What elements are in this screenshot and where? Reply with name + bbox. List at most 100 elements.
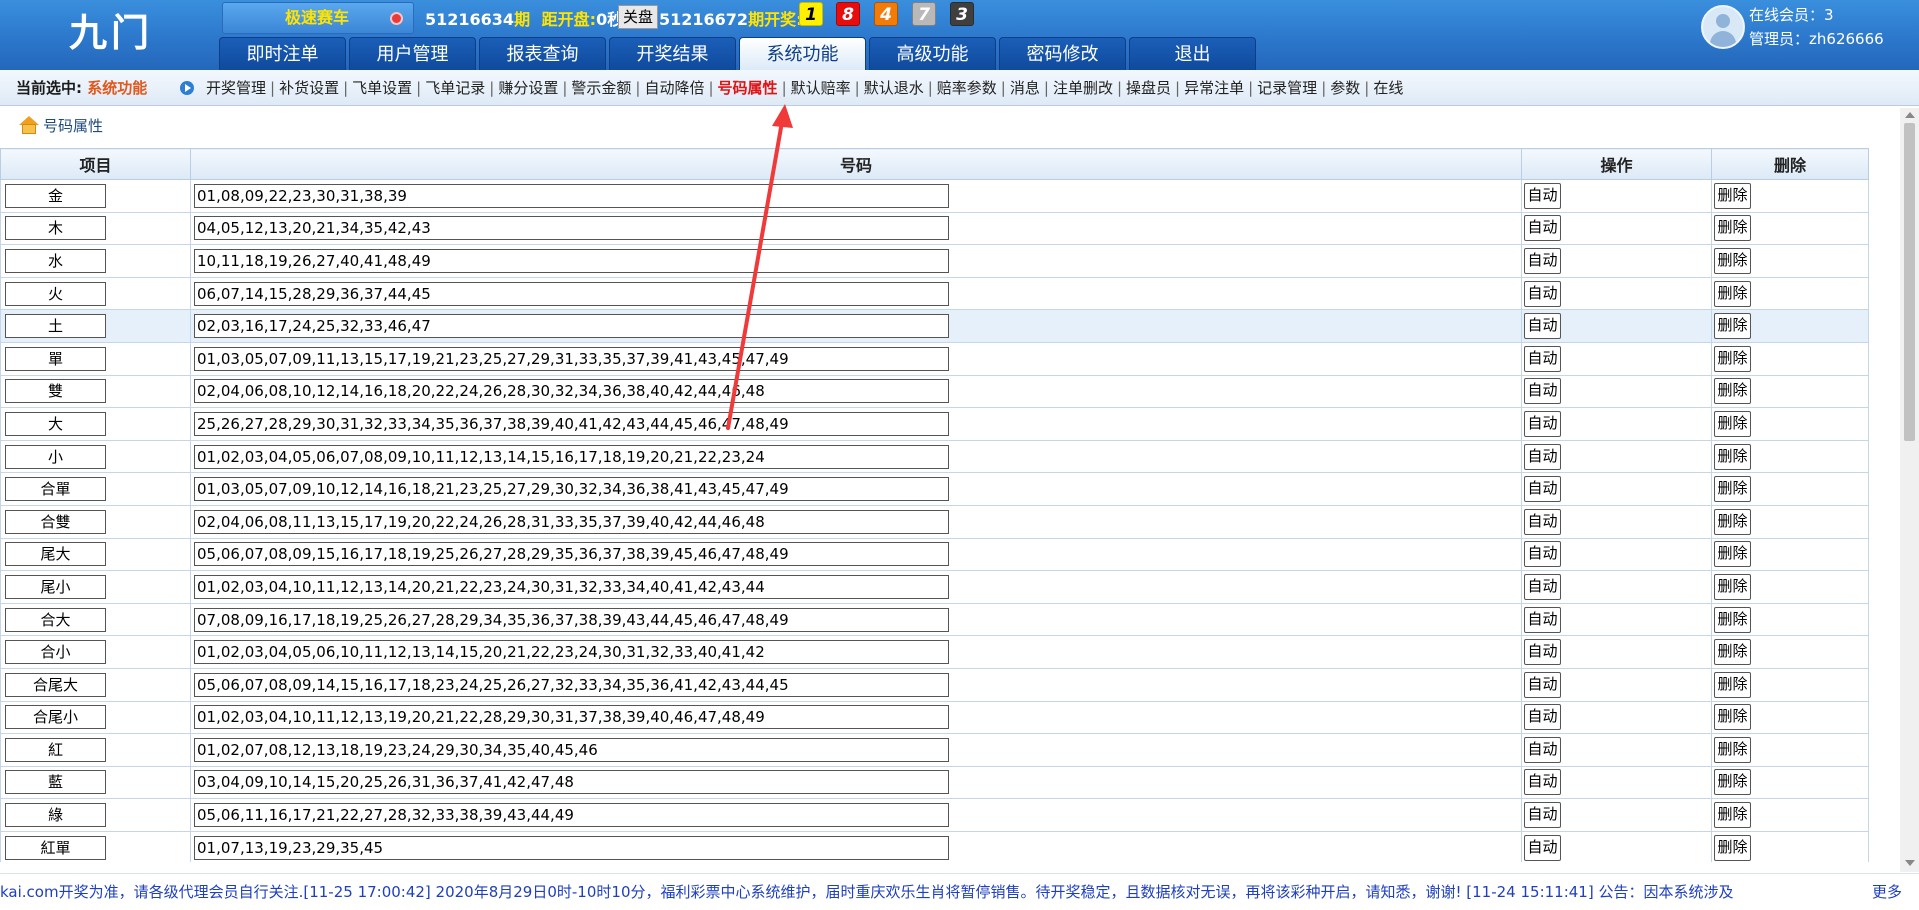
sub-nav-link[interactable]: 记录管理 — [1257, 79, 1317, 97]
vertical-scrollbar[interactable] — [1900, 108, 1919, 872]
item-name-field[interactable]: 尾小 — [5, 574, 106, 599]
numbers-input[interactable] — [194, 183, 949, 208]
scroll-down-icon[interactable] — [1905, 860, 1915, 866]
numbers-input[interactable] — [194, 477, 949, 502]
delete-button[interactable]: 删除 — [1714, 182, 1751, 209]
delete-button[interactable]: 删除 — [1714, 736, 1751, 763]
scroll-up-icon[interactable] — [1905, 112, 1915, 118]
item-name-field[interactable]: 合雙 — [5, 509, 106, 534]
sub-nav-link[interactable]: 赔率参数 — [937, 79, 997, 97]
auto-button[interactable]: 自动 — [1524, 769, 1561, 796]
delete-button[interactable]: 删除 — [1714, 410, 1751, 437]
auto-button[interactable]: 自动 — [1524, 541, 1561, 568]
delete-button[interactable]: 删除 — [1714, 541, 1751, 568]
scroll-thumb[interactable] — [1904, 123, 1915, 441]
game-selector[interactable]: 极速赛车 — [222, 2, 414, 34]
delete-button[interactable]: 删除 — [1714, 215, 1751, 242]
delete-button[interactable]: 删除 — [1714, 802, 1751, 829]
auto-button[interactable]: 自动 — [1524, 476, 1561, 503]
sub-nav-link[interactable]: 在线 — [1373, 79, 1403, 97]
delete-button[interactable]: 删除 — [1714, 508, 1751, 535]
auto-button[interactable]: 自动 — [1524, 834, 1561, 861]
nav-tab[interactable]: 即时注单 — [219, 37, 346, 70]
auto-button[interactable]: 自动 — [1524, 508, 1561, 535]
sub-nav-link[interactable]: 参数 — [1330, 79, 1360, 97]
numbers-input[interactable] — [194, 770, 949, 795]
item-name-field[interactable]: 合小 — [5, 640, 106, 665]
sub-nav-link[interactable]: 开奖管理 — [206, 79, 266, 97]
numbers-input[interactable] — [194, 411, 949, 436]
item-name-field[interactable]: 綠 — [5, 803, 106, 828]
item-name-field[interactable]: 尾大 — [5, 542, 106, 567]
auto-button[interactable]: 自动 — [1524, 182, 1561, 209]
sub-nav-link[interactable]: 警示金额 — [571, 79, 631, 97]
auto-button[interactable]: 自动 — [1524, 378, 1561, 405]
item-name-field[interactable]: 藍 — [5, 770, 106, 795]
numbers-input[interactable] — [194, 444, 949, 469]
delete-button[interactable]: 删除 — [1714, 573, 1751, 600]
item-name-field[interactable]: 合尾小 — [5, 705, 106, 730]
delete-button[interactable]: 删除 — [1714, 345, 1751, 372]
sub-nav-link[interactable]: 消息 — [1010, 79, 1040, 97]
nav-tab[interactable]: 系统功能 — [739, 37, 866, 70]
item-name-field[interactable]: 金 — [5, 183, 106, 208]
delete-button[interactable]: 删除 — [1714, 476, 1751, 503]
numbers-input[interactable] — [194, 607, 949, 632]
sub-nav-link[interactable]: 异常注单 — [1184, 79, 1244, 97]
delete-button[interactable]: 删除 — [1714, 280, 1751, 307]
sub-nav-link[interactable]: 操盘员 — [1126, 79, 1171, 97]
auto-button[interactable]: 自动 — [1524, 671, 1561, 698]
auto-button[interactable]: 自动 — [1524, 443, 1561, 470]
auto-button[interactable]: 自动 — [1524, 215, 1561, 242]
delete-button[interactable]: 删除 — [1714, 378, 1751, 405]
delete-button[interactable]: 删除 — [1714, 443, 1751, 470]
auto-button[interactable]: 自动 — [1524, 410, 1561, 437]
numbers-input[interactable] — [194, 705, 949, 730]
delete-button[interactable]: 删除 — [1714, 247, 1751, 274]
auto-button[interactable]: 自动 — [1524, 736, 1561, 763]
delete-button[interactable]: 删除 — [1714, 313, 1751, 340]
auto-button[interactable]: 自动 — [1524, 247, 1561, 274]
auto-button[interactable]: 自动 — [1524, 639, 1561, 666]
nav-tab[interactable]: 密码修改 — [999, 37, 1126, 70]
item-name-field[interactable]: 水 — [5, 248, 106, 273]
numbers-input[interactable] — [194, 835, 949, 860]
more-link[interactable]: 更多 — [1864, 874, 1919, 910]
item-name-field[interactable]: 小 — [5, 444, 106, 469]
sub-nav-link[interactable]: 自动降倍 — [644, 79, 704, 97]
auto-button[interactable]: 自动 — [1524, 345, 1561, 372]
nav-tab[interactable]: 用户管理 — [349, 37, 476, 70]
numbers-input[interactable] — [194, 737, 949, 762]
numbers-input[interactable] — [194, 542, 949, 567]
item-name-field[interactable]: 合單 — [5, 477, 106, 502]
numbers-input[interactable] — [194, 509, 949, 534]
numbers-input[interactable] — [194, 346, 949, 371]
sub-nav-link[interactable]: 号码属性 — [718, 79, 778, 97]
numbers-input[interactable] — [194, 574, 949, 599]
sub-nav-link[interactable]: 飞单记录 — [425, 79, 485, 97]
numbers-input[interactable] — [194, 216, 949, 241]
nav-tab[interactable]: 报表查询 — [479, 37, 606, 70]
sub-nav-link[interactable]: 补货设置 — [279, 79, 339, 97]
auto-button[interactable]: 自动 — [1524, 802, 1561, 829]
sub-nav-link[interactable]: 默认赔率 — [791, 79, 851, 97]
numbers-input[interactable] — [194, 281, 949, 306]
nav-tab[interactable]: 退出 — [1129, 37, 1256, 70]
item-name-field[interactable]: 合尾大 — [5, 672, 106, 697]
delete-button[interactable]: 删除 — [1714, 769, 1751, 796]
close-market-button[interactable]: 关盘 — [618, 5, 659, 29]
auto-button[interactable]: 自动 — [1524, 573, 1561, 600]
auto-button[interactable]: 自动 — [1524, 704, 1561, 731]
item-name-field[interactable]: 火 — [5, 281, 106, 306]
numbers-input[interactable] — [194, 248, 949, 273]
numbers-input[interactable] — [194, 314, 949, 339]
item-name-field[interactable]: 紅 — [5, 737, 106, 762]
auto-button[interactable]: 自动 — [1524, 313, 1561, 340]
numbers-input[interactable] — [194, 379, 949, 404]
item-name-field[interactable]: 單 — [5, 346, 106, 371]
nav-tab[interactable]: 开奖结果 — [609, 37, 736, 70]
item-name-field[interactable]: 土 — [5, 314, 106, 339]
delete-button[interactable]: 删除 — [1714, 639, 1751, 666]
sub-nav-link[interactable]: 注单删改 — [1053, 79, 1113, 97]
item-name-field[interactable]: 雙 — [5, 379, 106, 404]
